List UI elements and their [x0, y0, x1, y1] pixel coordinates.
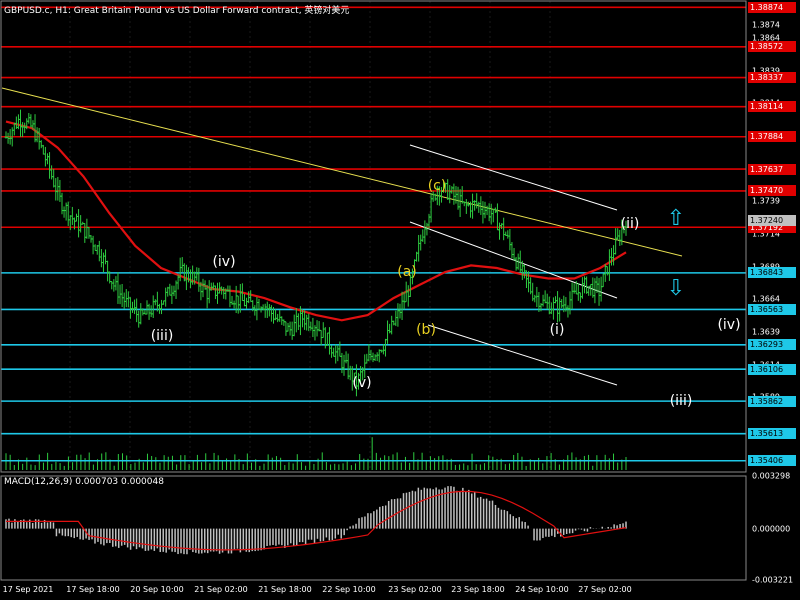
support-level-tag: 1.36293 [748, 339, 796, 351]
resistance-level-tag: 1.37884 [748, 131, 796, 143]
x-tick-label: 20 Sep 10:00 [130, 585, 184, 594]
arrow-down-icon: ⇩ [666, 276, 686, 301]
macd-y-tick-label: 0.003298 [752, 471, 791, 481]
support-level-tag: 1.36106 [748, 363, 796, 375]
x-tick-label: 21 Sep 02:00 [194, 585, 248, 594]
x-tick-label: 21 Sep 18:00 [258, 585, 312, 594]
wave-label: (v) [352, 375, 372, 391]
wave-label: (iii) [150, 328, 174, 344]
chart-title: GBPUSD.c, H1: Great Britain Pound vs US … [4, 6, 350, 16]
x-tick-label: 23 Sep 02:00 [388, 585, 442, 594]
support-level-tag: 1.35613 [748, 428, 796, 440]
resistance-level-tag: 1.38874 [748, 1, 796, 13]
wave-label: (iii) [669, 393, 693, 409]
chart-overlays [1, 87, 683, 386]
resistance-level-tag: 1.37637 [748, 163, 796, 175]
wave-label: (b) [416, 322, 436, 338]
current-price-tag: 1.37240 [748, 215, 796, 227]
x-tick-label: 22 Sep 10:00 [322, 585, 376, 594]
wave-label: (c) [427, 178, 447, 194]
x-tick-label: 23 Sep 18:00 [451, 585, 505, 594]
support-level-tag: 1.35406 [748, 455, 796, 467]
resistance-level-tag: 1.38337 [748, 72, 796, 84]
wave-label: (iv) [212, 254, 236, 270]
support-level-tag: 1.36563 [748, 303, 796, 315]
chart-frame [0, 0, 747, 581]
wave-label: (i) [549, 322, 565, 338]
macd-panel [5, 486, 627, 555]
wave-label: (ii) [620, 216, 640, 232]
wave-label: (iv) [717, 317, 741, 333]
x-tick-label: 17 Sep 18:00 [66, 585, 120, 594]
macd-signal-line [6, 490, 627, 551]
volume-bars [5, 437, 627, 470]
resistance-level-tag: 1.37470 [748, 185, 796, 197]
channel-middle [409, 221, 618, 299]
x-tick-label: 27 Sep 02:00 [578, 585, 632, 594]
macd-title: MACD(12,26,9) 0.000703 0.000048 [4, 477, 164, 487]
wave-label: (a) [397, 264, 417, 280]
x-tick-label: 17 Sep 2021 [2, 585, 54, 594]
price-bars [4, 109, 628, 397]
trendline [1, 87, 683, 257]
horizontal-levels [1, 6, 746, 462]
channel-lower [427, 324, 618, 386]
support-level-tag: 1.36843 [748, 267, 796, 279]
x-tick-label: 24 Sep 10:00 [515, 585, 569, 594]
y-tick-label: 1.3874 [752, 20, 780, 30]
y-tick-label: 1.3739 [752, 196, 780, 206]
resistance-level-tag: 1.38572 [748, 41, 796, 53]
resistance-level-tag: 1.38114 [748, 101, 796, 113]
arrow-up-icon: ⇧ [666, 206, 686, 231]
support-level-tag: 1.35862 [748, 395, 796, 407]
y-tick-label: 1.3639 [752, 327, 780, 337]
macd-y-tick-label: 0.000000 [752, 524, 791, 534]
macd-y-tick-label: -0.003221 [752, 575, 794, 585]
y-tick-label: 1.3664 [752, 294, 780, 304]
